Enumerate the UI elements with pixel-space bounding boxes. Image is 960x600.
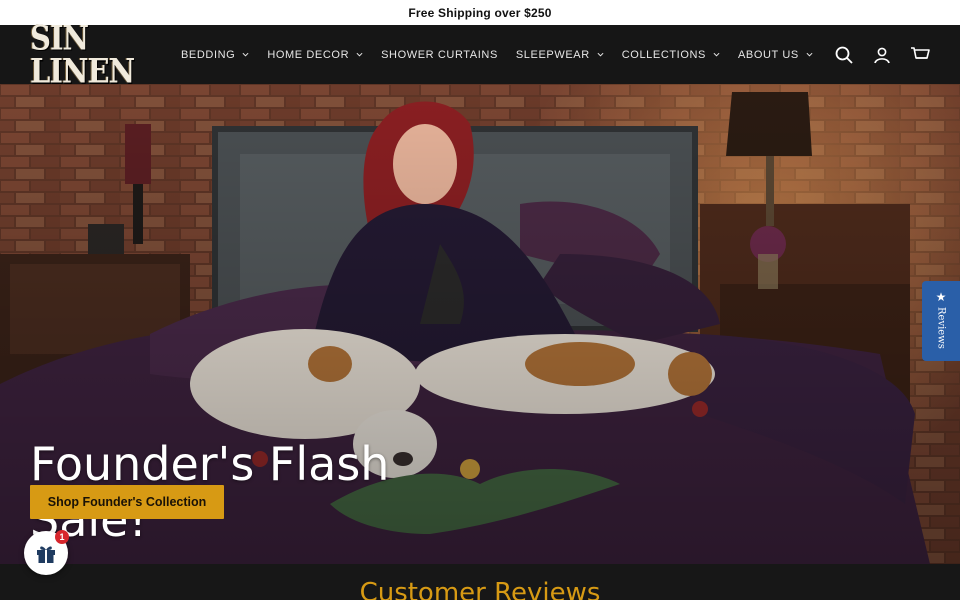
nav-item-collections[interactable]: COLLECTIONS bbox=[622, 49, 720, 61]
announcement-text: Free Shipping over $250 bbox=[408, 5, 552, 20]
reviews-tab[interactable]: ★ Reviews bbox=[922, 281, 960, 361]
gift-badge-count: 1 bbox=[55, 530, 69, 544]
nav-label: SHOWER CURTAINS bbox=[381, 48, 498, 61]
nav-label: SLEEPWEAR bbox=[515, 48, 590, 61]
gift-icon bbox=[37, 546, 55, 563]
nav-item-about-us[interactable]: ABOUT US bbox=[738, 49, 813, 61]
chevron-down-icon bbox=[242, 52, 249, 57]
logo-text: SIN LINEN bbox=[30, 18, 135, 91]
site-header: SIN LINEN BEDDING HOME DECOR SHOWER CURT… bbox=[0, 21, 960, 88]
nav-item-shower-curtains[interactable]: SHOWER CURTAINS bbox=[381, 49, 498, 61]
nav-item-bedding[interactable]: BEDDING bbox=[181, 49, 249, 61]
nav-label: ABOUT US bbox=[737, 48, 799, 61]
nav-item-sleepwear[interactable]: SLEEPWEAR bbox=[516, 49, 604, 61]
header-icons bbox=[816, 25, 930, 84]
customer-reviews-section: Customer Reviews bbox=[0, 564, 960, 600]
chevron-down-icon bbox=[597, 52, 604, 57]
chevron-down-icon bbox=[806, 52, 813, 57]
chevron-down-icon bbox=[713, 52, 720, 57]
site-logo[interactable]: SIN LINEN bbox=[30, 21, 152, 88]
nav-label: BEDDING bbox=[181, 48, 236, 61]
nav-item-home-decor[interactable]: HOME DECOR bbox=[267, 49, 363, 61]
nav-label: COLLECTIONS bbox=[621, 48, 706, 61]
account-icon[interactable] bbox=[872, 45, 892, 65]
search-icon[interactable] bbox=[834, 45, 854, 65]
cart-icon[interactable] bbox=[910, 45, 930, 65]
star-icon: ★ bbox=[935, 290, 947, 304]
reviews-tab-label: Reviews bbox=[935, 307, 947, 349]
chevron-down-icon bbox=[356, 52, 363, 57]
shop-founders-collection-button[interactable]: Shop Founder's Collection bbox=[30, 485, 224, 519]
nav-label: HOME DECOR bbox=[267, 48, 350, 61]
section-title: Customer Reviews bbox=[359, 578, 601, 600]
main-nav: BEDDING HOME DECOR SHOWER CURTAINS SLEEP… bbox=[181, 25, 831, 84]
